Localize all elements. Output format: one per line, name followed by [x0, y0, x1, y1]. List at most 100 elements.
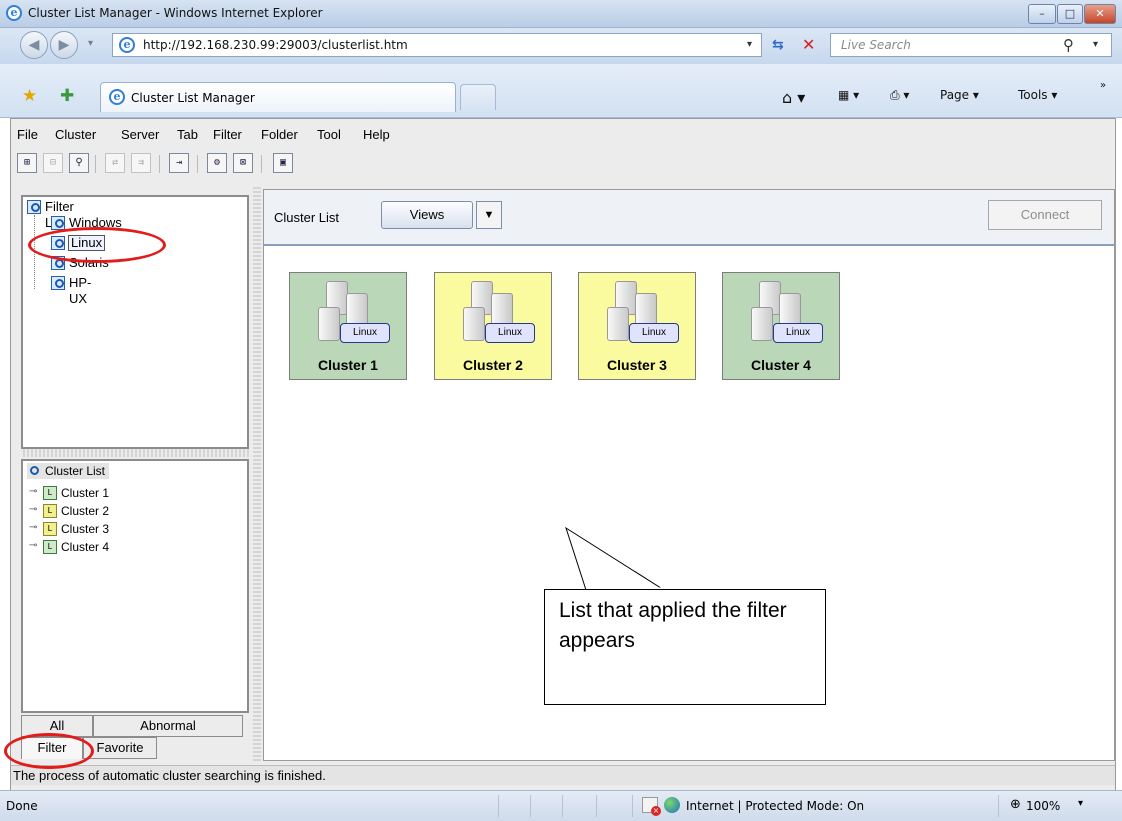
back-button[interactable]: ◀: [20, 31, 48, 59]
cluster-card-name: Cluster 3: [607, 357, 667, 373]
hierarchy-icon[interactable]: ⊠: [233, 153, 253, 173]
cluster-card-3[interactable]: Linux Cluster 3: [578, 272, 696, 380]
url-field[interactable]: e http://192.168.230.99:29003/clusterlis…: [112, 33, 762, 57]
menu-help[interactable]: Help: [363, 127, 390, 142]
tree-key-icon: ⊸: [29, 540, 38, 551]
cluster-tree-label: Cluster 4: [61, 540, 110, 554]
new-tab-button[interactable]: [460, 84, 496, 110]
maximize-button[interactable]: □: [1057, 4, 1083, 24]
server-icon: [635, 293, 657, 327]
node-group-icon[interactable]: ⚙: [207, 153, 227, 173]
feeds-icon[interactable]: ▦ ▾: [838, 88, 859, 102]
callout-text: List that applied the filter appears: [559, 599, 787, 652]
internet-globe-icon: [664, 797, 680, 813]
forward-button[interactable]: ▶: [50, 31, 78, 59]
cluster-manager-app: File Cluster Server Tab Filter Folder To…: [10, 118, 1116, 813]
popup-blocked-icon[interactable]: ×: [642, 797, 661, 816]
favorites-star-icon[interactable]: ★: [22, 86, 37, 106]
views-dropdown-icon[interactable]: ▼: [476, 201, 502, 229]
refresh-icon[interactable]: ⇆: [772, 37, 784, 53]
os-badge: Linux: [340, 323, 390, 343]
server-view-icon[interactable]: ⊟: [43, 153, 63, 173]
zoom-dropdown-icon[interactable]: ▾: [1078, 798, 1083, 809]
print-icon[interactable]: ⎙ ▾: [890, 88, 909, 103]
security-zone-text[interactable]: Internet | Protected Mode: On: [686, 799, 864, 813]
zoom-level[interactable]: 100%: [1026, 799, 1060, 813]
page-menu[interactable]: Page ▾: [940, 88, 979, 102]
server-icon: [346, 293, 368, 327]
connect-button[interactable]: Connect: [988, 200, 1102, 230]
filter-search-icon: [51, 216, 65, 230]
disconnect-server-icon[interactable]: ⇉: [131, 153, 151, 173]
export-icon[interactable]: ⇥: [169, 153, 189, 173]
status-divider: [562, 795, 563, 817]
tab-page-icon: e: [109, 89, 125, 105]
url-dropdown-icon[interactable]: ▾: [747, 39, 752, 50]
cluster-card-1[interactable]: Linux Cluster 1: [289, 272, 407, 380]
os-badge: Linux: [773, 323, 823, 343]
cluster-list-root[interactable]: Cluster List: [27, 463, 110, 479]
search-options-icon[interactable]: ▾: [1093, 39, 1098, 50]
menu-filter[interactable]: Filter: [213, 127, 242, 142]
tree-key-icon: ⊸: [29, 504, 38, 515]
server-icon: [751, 307, 773, 341]
search-input[interactable]: Live Search ⚲ ▾: [830, 33, 1112, 57]
window-titlebar: e Cluster List Manager - Windows Interne…: [0, 0, 1122, 28]
filter-search-icon: [27, 200, 41, 214]
cluster-node-icon: L: [43, 504, 57, 518]
color-grid-icon[interactable]: ▣: [273, 153, 293, 173]
search-icon[interactable]: ⚲: [1063, 36, 1074, 54]
app-toolbar: ⊞ ⊟ ⚲ ⇄ ⇉ ⇥ ⚙ ⊠ ▣: [11, 153, 1115, 181]
close-button[interactable]: ✕: [1084, 4, 1116, 24]
status-divider: [498, 795, 499, 817]
annotation-circle-linux: [28, 227, 166, 263]
cluster-card-2[interactable]: Linux Cluster 2: [434, 272, 552, 380]
menu-cluster[interactable]: Cluster: [55, 127, 96, 142]
app-status-text: The process of automatic cluster searchi…: [13, 768, 326, 783]
ie-logo-icon: e: [6, 5, 22, 21]
menu-tab[interactable]: Tab: [177, 127, 198, 142]
cluster-list-title: Cluster List: [274, 210, 340, 225]
cluster-card-name: Cluster 1: [318, 357, 378, 373]
cluster-node-icon: L: [43, 486, 57, 500]
cluster-card-name: Cluster 2: [463, 357, 523, 373]
toolbar-separator: [261, 155, 262, 173]
home-icon[interactable]: ⌂ ▾: [782, 88, 805, 107]
menu-file[interactable]: File: [17, 127, 38, 142]
search-cluster-icon[interactable]: ⚲: [69, 153, 89, 173]
cluster-list-header: Cluster List Views ▼ Connect: [264, 190, 1114, 246]
menu-tool[interactable]: Tool: [317, 127, 341, 142]
zoom-icon[interactable]: ⊕: [1010, 797, 1021, 812]
cluster-search-icon: [27, 464, 41, 478]
status-done: Done: [6, 799, 38, 813]
views-button[interactable]: Views: [381, 201, 473, 229]
search-placeholder: Live Search: [841, 38, 911, 52]
minimize-button[interactable]: –: [1028, 4, 1056, 24]
chevron-more-icon[interactable]: »: [1100, 80, 1106, 91]
cluster-root-label: Cluster List: [45, 464, 106, 478]
tab-abnormal[interactable]: Abnormal: [93, 715, 243, 737]
window-title: Cluster List Manager - Windows Internet …: [28, 6, 323, 20]
add-favorite-icon[interactable]: ✚: [60, 86, 74, 106]
cluster-view-icon[interactable]: ⊞: [17, 153, 37, 173]
toolbar-separator: [197, 155, 198, 173]
connect-server-icon[interactable]: ⇄: [105, 153, 125, 173]
vertical-splitter[interactable]: [253, 187, 261, 761]
cluster-tree-label: Cluster 3: [61, 522, 110, 536]
tools-menu[interactable]: Tools ▾: [1018, 88, 1057, 102]
recent-pages-dropdown-icon[interactable]: ▾: [88, 38, 93, 49]
menu-folder[interactable]: Folder: [261, 127, 298, 142]
callout-pointer: [565, 526, 666, 591]
menu-server[interactable]: Server: [121, 127, 159, 142]
cluster-node-icon: L: [43, 540, 57, 554]
stop-icon[interactable]: ✕: [802, 35, 815, 54]
tab-cluster-list-manager[interactable]: e Cluster List Manager: [100, 82, 456, 112]
tab-favorite[interactable]: Favorite: [83, 737, 157, 759]
cluster-card-4[interactable]: Linux Cluster 4: [722, 272, 840, 380]
status-divider: [632, 795, 633, 817]
cluster-tree-label: Cluster 2: [61, 504, 110, 518]
left-panel-splitter[interactable]: [23, 449, 249, 457]
status-divider: [998, 795, 999, 817]
cluster-list-panel: Cluster List ⊸ L Cluster 1 ⊸ L Cluster 2…: [21, 459, 249, 713]
tree-key-icon: ⊸: [29, 486, 38, 497]
